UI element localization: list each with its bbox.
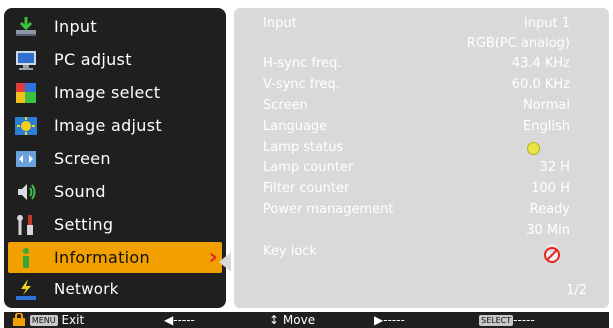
- input-icon: [16, 17, 36, 36]
- info-row-input: Input Input 1: [263, 14, 570, 34]
- info-value: 32 H: [539, 160, 570, 175]
- left-hint: ◀-----: [164, 313, 195, 327]
- menu-item-sound[interactable]: Sound: [8, 176, 222, 207]
- menu-item-network[interactable]: Network: [8, 274, 222, 305]
- info-key: Power management: [263, 202, 394, 217]
- image-select-icon: [16, 83, 36, 103]
- sound-icon: [18, 184, 36, 200]
- lamp-status-dot-icon: [527, 142, 540, 159]
- info-key: Filter counter: [263, 181, 350, 196]
- menu-item-label: Input: [54, 17, 97, 36]
- right-dashes: -----: [383, 313, 405, 327]
- key-lock-off-icon: [544, 244, 560, 263]
- menu-item-label: Information: [54, 248, 150, 267]
- bottom-hint-bar: MENU Exit ◀----- ↕ Move ▶----- SELECT ---…: [4, 312, 609, 328]
- menu-item-label: Image adjust: [54, 116, 162, 135]
- menu-item-screen[interactable]: Screen: [8, 143, 222, 174]
- arrow-up-down-icon: ↕: [269, 313, 280, 327]
- info-key: Language: [263, 119, 328, 134]
- info-row-input-signal: RGB(PC analog): [263, 34, 570, 54]
- network-icon: [16, 279, 36, 300]
- setting-icon: [17, 215, 33, 235]
- info-value: Ready: [529, 202, 570, 217]
- screen-icon: [16, 151, 36, 167]
- menu-item-label: PC adjust: [54, 50, 132, 69]
- menu-item-pc-adjust[interactable]: PC adjust: [8, 44, 222, 75]
- menu-item-information[interactable]: Information ›: [8, 242, 222, 273]
- info-row-power-management: Power management Ready: [263, 200, 570, 220]
- arrow-left-icon: ◀: [164, 313, 174, 327]
- info-row-lamp-status: Lamp status: [263, 138, 570, 158]
- left-dashes: -----: [173, 313, 195, 327]
- info-value: 100 H: [531, 181, 570, 196]
- info-row-lamp-counter: Lamp counter 32 H: [263, 158, 570, 178]
- info-value: English: [523, 119, 570, 134]
- arrow-right-icon: ▶: [374, 313, 384, 327]
- info-row-h-sync: H-sync freq. 43.4 KHz: [263, 54, 570, 74]
- info-value: 60.0 KHz: [511, 77, 570, 92]
- info-key: V-sync freq.: [263, 77, 340, 92]
- menu-item-label: Setting: [54, 215, 114, 234]
- info-key: H-sync freq.: [263, 56, 342, 71]
- info-row-key-lock: Key lock: [263, 242, 570, 263]
- info-value: 43.4 KHz: [511, 56, 570, 71]
- page-indicator: 1/2: [566, 283, 587, 298]
- info-row-language: Language English: [263, 117, 570, 137]
- info-value: RGB(PC analog): [466, 36, 570, 51]
- select-keycap: SELECT: [479, 315, 514, 326]
- info-key: Input: [263, 16, 297, 31]
- info-row-power-timer: 30 Min: [263, 221, 570, 241]
- menu-keycap: MENU: [29, 315, 58, 326]
- info-key: Lamp status: [263, 140, 344, 155]
- menu-item-input[interactable]: Input: [8, 11, 222, 42]
- information-icon: [23, 248, 29, 268]
- move-label: Move: [282, 313, 316, 327]
- info-key: Key lock: [263, 244, 317, 259]
- menu-item-label: Sound: [54, 182, 106, 201]
- pc-adjust-icon: [16, 51, 36, 70]
- exit-hint[interactable]: MENU Exit: [12, 313, 84, 327]
- info-value: Normal: [522, 98, 570, 113]
- info-row-filter-counter: Filter counter 100 H: [263, 179, 570, 199]
- select-hint: SELECT -----: [479, 313, 535, 327]
- select-dashes: -----: [513, 313, 535, 327]
- menu-item-image-select[interactable]: Image select: [8, 77, 222, 108]
- chevron-right-icon: ›: [208, 245, 218, 270]
- info-key: Screen: [263, 98, 308, 113]
- move-hint: ↕ Move: [269, 313, 315, 327]
- information-panel: Input Input 1 RGB(PC analog) H-sync freq…: [234, 8, 609, 308]
- menu-item-label: Image select: [54, 83, 161, 102]
- menu-item-image-adjust[interactable]: Image adjust: [8, 110, 222, 141]
- info-value: 30 Min: [526, 223, 570, 238]
- exit-label: Exit: [61, 313, 85, 327]
- image-adjust-icon: [15, 117, 37, 135]
- main-menu: Input PC adjust Image select Image adjus…: [4, 8, 226, 308]
- lock-icon: [13, 313, 25, 326]
- right-hint: ▶-----: [374, 313, 405, 327]
- info-value: Input 1: [523, 16, 570, 31]
- info-row-v-sync: V-sync freq. 60.0 KHz: [263, 75, 570, 95]
- info-key: Lamp counter: [263, 160, 354, 175]
- selection-pointer: [219, 252, 231, 272]
- menu-item-label: Screen: [54, 149, 111, 168]
- info-row-screen: Screen Normal: [263, 96, 570, 116]
- menu-item-label: Network: [54, 280, 119, 298]
- menu-item-setting[interactable]: Setting: [8, 209, 222, 240]
